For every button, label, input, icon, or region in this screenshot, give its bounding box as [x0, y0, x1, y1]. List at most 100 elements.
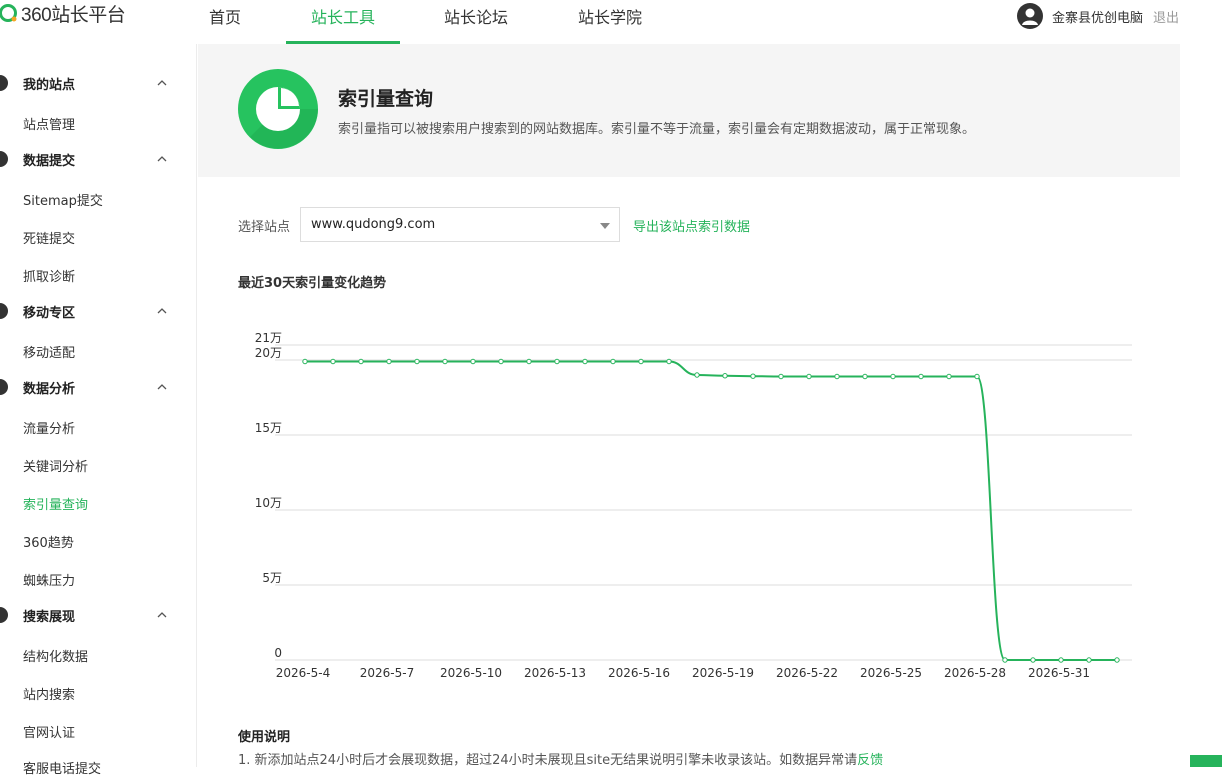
x-tick-label: 2026-5-31: [1028, 666, 1090, 680]
x-tick-label: 2026-5-10: [440, 666, 502, 680]
chevron-up-icon: [157, 156, 167, 162]
site-select-label: 选择站点: [238, 220, 291, 235]
logo[interactable]: 360站长平台: [0, 0, 126, 26]
data-point: [582, 358, 588, 365]
data-submit-icon: [0, 151, 8, 167]
x-tick-label: 2026-5-7: [360, 666, 414, 680]
x-tick-label: 2026-5-22: [776, 666, 838, 680]
sidebar-item-traffic-analysis[interactable]: 流量分析: [23, 418, 75, 437]
data-point: [722, 373, 728, 379]
sidebar-group-data-submit[interactable]: 数据提交: [0, 140, 197, 178]
data-point: [386, 358, 392, 365]
data-point: [750, 373, 756, 379]
search-display-icon: [0, 607, 8, 623]
y-tick-label: 0: [274, 646, 282, 660]
y-tick-label: 5万: [262, 571, 282, 585]
data-point: [778, 373, 784, 380]
sidebar-item-dead-link[interactable]: 死链提交: [23, 228, 75, 247]
sidebar-group-mobile[interactable]: 移动专区: [0, 292, 197, 330]
sidebar-item-keyword-analysis[interactable]: 关键词分析: [23, 456, 88, 475]
sidebar-group-search-display[interactable]: 搜索展现: [0, 596, 197, 634]
sidebar-item-sitemap[interactable]: Sitemap提交: [23, 190, 103, 209]
sidebar-group-label: 数据提交: [23, 153, 76, 169]
export-index-data-link[interactable]: 导出该站点索引数据: [633, 216, 750, 235]
data-point: [918, 373, 924, 380]
data-point: [694, 372, 700, 378]
x-tick-label: 2026-5-4: [276, 666, 330, 680]
y-tick-label: 15万: [255, 421, 282, 435]
caret-down-icon: [600, 223, 610, 229]
chevron-up-icon: [157, 612, 167, 618]
sidebar-item-spider-pressure[interactable]: 蜘蛛压力: [23, 570, 75, 589]
data-point: [610, 358, 616, 365]
sidebar-group-my-sites[interactable]: 我的站点: [0, 64, 197, 102]
sidebar-group-label: 移动专区: [23, 305, 76, 321]
nav-webmaster-forum[interactable]: 站长论坛: [420, 0, 532, 44]
chevron-up-icon: [157, 384, 167, 390]
y-tick-label: 20万: [255, 346, 282, 360]
pie-chart-icon: [238, 69, 318, 149]
sidebar-item-site-search[interactable]: 站内搜索: [23, 684, 75, 703]
sidebar-item-site-management[interactable]: 站点管理: [23, 114, 75, 133]
data-point: [330, 358, 336, 365]
mobile-icon: [0, 303, 8, 319]
nav-webmaster-tools[interactable]: 站长工具: [286, 0, 400, 44]
sidebar-item-structured-data[interactable]: 结构化数据: [23, 646, 88, 665]
site-select-value: www.qudong9.com: [311, 217, 436, 232]
sidebar-item-crawl-diagnosis[interactable]: 抓取诊断: [23, 266, 75, 285]
sidebar-item-official-site-auth[interactable]: 官网认证: [23, 722, 75, 741]
floating-feedback-tab[interactable]: [1190, 755, 1222, 767]
data-point: [1058, 657, 1064, 663]
user-name[interactable]: 金寨县优创电脑: [1052, 7, 1143, 26]
data-point: [526, 358, 532, 365]
series-line: [305, 360, 1117, 661]
data-point: [974, 373, 980, 380]
page-banner: 索引量查询 索引量指可以被搜索用户搜索到的网站数据库。索引量不等于流量，索引量会…: [198, 44, 1180, 177]
logo-text: 360站长平台: [21, 4, 126, 26]
sidebar-item-service-phone[interactable]: 客服电话提交: [23, 758, 101, 777]
chart-heading: 最近30天索引量变化趋势: [238, 276, 387, 291]
sidebar-group-label: 数据分析: [23, 381, 76, 397]
x-tick-label: 2026-5-25: [860, 666, 922, 680]
sidebar-item-360-trend[interactable]: 360趋势: [23, 532, 74, 551]
page-title: 索引量查询: [338, 88, 434, 110]
data-point: [414, 358, 420, 365]
sidebar-group-label: 我的站点: [23, 77, 76, 93]
data-point: [442, 358, 448, 365]
data-point: [470, 358, 476, 365]
data-point: [1002, 657, 1008, 663]
page-description: 索引量指可以被搜索用户搜索到的网站数据库。索引量不等于流量，索引量会有定期数据波…: [338, 122, 976, 137]
data-point: [946, 373, 952, 380]
data-point: [806, 373, 812, 380]
index-trend-chart: 0 5万 10万 15万 20万21万 2026-5-4 2026-5-7 2026-5-10…: [255, 331, 1132, 680]
usage-line-1-text: 1. 新添加站点24小时后才会展现数据，超过24小时未展现且site无结果说明引…: [238, 753, 858, 768]
data-point: [1086, 657, 1092, 663]
data-point: [834, 373, 840, 380]
sidebar-group-label: 搜索展现: [23, 609, 76, 625]
logout-link[interactable]: 退出: [1153, 7, 1179, 26]
user-avatar-icon[interactable]: [1017, 3, 1043, 29]
sidebar-item-index-query[interactable]: 索引量查询: [23, 494, 88, 513]
sidebar: 我的站点 站点管理 数据提交 Sitemap提交 死链提交 抓取诊断 移动专区 …: [0, 44, 197, 777]
data-point: [666, 358, 672, 365]
data-point: [638, 358, 644, 365]
sidebar-item-mobile-adapt[interactable]: 移动适配: [23, 342, 75, 361]
data-point: [862, 373, 868, 380]
feedback-link[interactable]: 反馈: [857, 753, 883, 768]
user-area: 金寨县优创电脑 退出: [1017, 3, 1179, 29]
x-tick-label: 2026-5-16: [608, 666, 670, 680]
data-point: [358, 358, 364, 365]
x-tick-label: 2026-5-19: [692, 666, 754, 680]
y-tick-label: 21万: [255, 331, 282, 345]
nav-home[interactable]: 首页: [190, 0, 260, 44]
sidebar-group-data-analysis[interactable]: 数据分析: [0, 368, 197, 406]
usage-line-1: 1. 新添加站点24小时后才会展现数据，超过24小时未展现且site无结果说明引…: [238, 749, 883, 768]
data-point: [1114, 657, 1120, 663]
chevron-up-icon: [157, 80, 167, 86]
x-tick-label: 2026-5-13: [524, 666, 586, 680]
logo-icon: [0, 4, 17, 22]
site-select-dropdown[interactable]: www.qudong9.com: [300, 207, 620, 242]
y-tick-label: 10万: [255, 496, 282, 510]
nav-webmaster-academy[interactable]: 站长学院: [554, 0, 666, 44]
data-point: [554, 358, 560, 365]
